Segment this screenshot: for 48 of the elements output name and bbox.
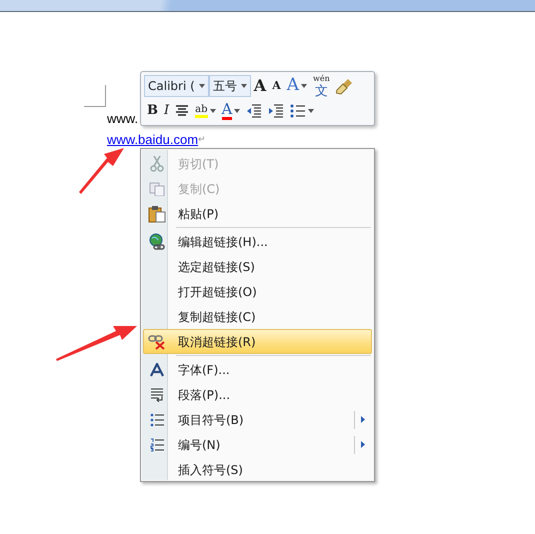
increase-indent-icon [268, 104, 284, 118]
page-corner-mark [84, 85, 106, 107]
menu-item[interactable]: 选定超链接(S) [143, 254, 372, 279]
scissors-icon [150, 156, 164, 172]
grow-font-button[interactable]: A [250, 75, 270, 97]
remove-link-icon [148, 334, 166, 350]
menu-item[interactable]: 编辑超链接(H)... [143, 226, 372, 254]
font-name-field[interactable]: Calibri ( [144, 75, 209, 97]
menu-item[interactable]: 项目符号(B) [143, 407, 372, 432]
menu-item[interactable]: 段落(P)... [143, 382, 372, 407]
annotation-arrow [79, 148, 124, 194]
italic-button[interactable]: I [161, 100, 172, 122]
dropdown-arrow-icon [308, 109, 314, 113]
bullet-list-icon [150, 412, 164, 426]
font-size-field[interactable]: 五号 [208, 75, 251, 97]
menu-item[interactable]: 字体(F)... [143, 354, 372, 382]
dropdown-arrow-icon [234, 109, 240, 113]
numbered-list-icon [150, 438, 164, 452]
menu-item[interactable]: 插入符号(S) [143, 457, 372, 482]
menu-item[interactable]: 复制超链接(C) [143, 304, 372, 329]
decrease-indent-icon [246, 104, 262, 118]
bold-button[interactable]: B [144, 100, 161, 122]
paragraph-icon [150, 388, 164, 402]
dropdown-arrow-icon [301, 84, 308, 88]
shrink-font-button[interactable]: A [269, 75, 284, 97]
align-center-icon [175, 105, 190, 117]
dropdown-arrow-icon [198, 84, 205, 88]
text-effects-button[interactable]: A [284, 75, 310, 97]
dropdown-arrow-icon [240, 84, 247, 88]
menu-item[interactable]: 打开超链接(O) [143, 279, 372, 304]
submenu-arrow-icon [361, 441, 365, 448]
globe-link-icon [148, 232, 166, 250]
font-icon [150, 362, 164, 376]
paragraph-mark: ↵ [198, 133, 206, 146]
paintbrush-icon [336, 77, 354, 95]
menu-item[interactable]: 取消超链接(R) [143, 329, 372, 354]
body-text: www. [107, 110, 138, 128]
bullet-list-icon [290, 104, 306, 118]
highlight-button[interactable]: ab [192, 100, 219, 122]
menu-item[interactable]: 编号(N) [143, 432, 372, 457]
font-color-button[interactable]: A [218, 100, 244, 122]
phonetic-guide-button[interactable]: wén 文 [310, 75, 333, 97]
paste-icon [148, 204, 166, 222]
menu-item[interactable]: 粘贴(P) [143, 201, 372, 226]
submenu-arrow-icon [361, 416, 365, 423]
hyperlink-text[interactable]: www.baidu.com [107, 129, 198, 150]
dropdown-arrow-icon [210, 109, 216, 113]
copy-icon [149, 182, 165, 196]
